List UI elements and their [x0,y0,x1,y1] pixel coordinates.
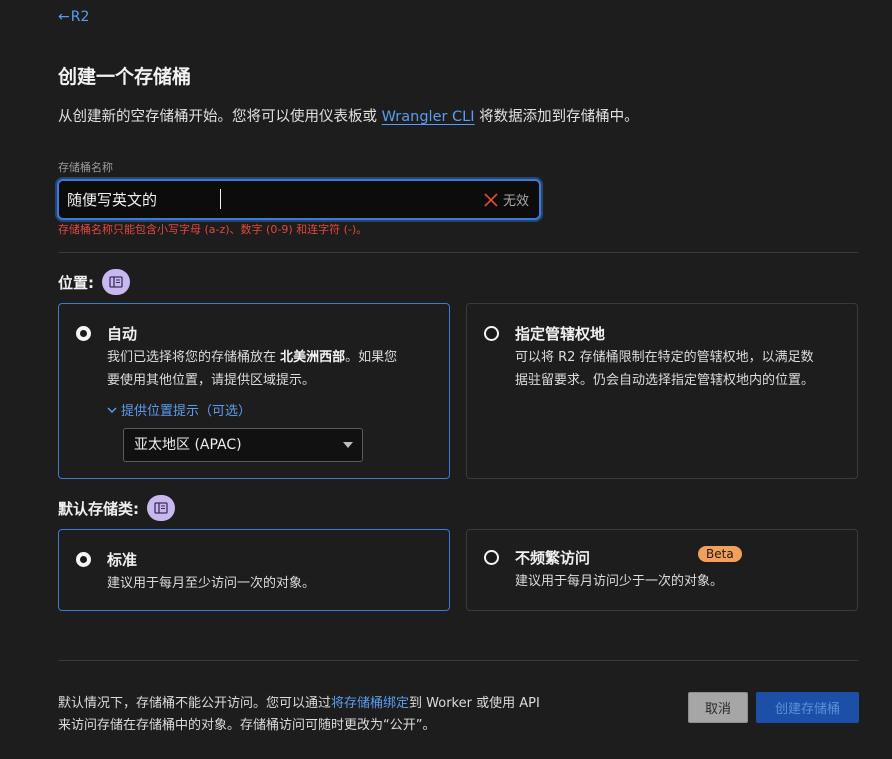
location-auto-desc-1: 我们已选择将您的存储桶放在 [107,350,281,365]
radio-infrequent[interactable] [484,550,499,565]
region-select-value: 亚太地区 (APAC) [134,437,242,453]
book-icon[interactable] [102,269,130,295]
bind-bucket-link[interactable]: 将存储桶绑定 [331,696,409,711]
subtitle-text-2: 将数据添加到存储桶中。 [474,109,639,125]
location-title: 位置: [58,273,94,292]
back-link[interactable]: ←R2 [58,9,89,25]
storage-class-standard[interactable]: 标准 建议用于每月至少访问一次的对象。 [58,529,450,611]
invalid-label: 无效 [502,194,529,209]
location-jurisdiction-desc-2: 据驻留要求。仍会自动选择指定管辖权地内的位置。 [515,373,815,388]
footer-note: 默认情况下，存储桶不能公开访问。您可以通过将存储桶绑定到 Worker 或使用 … [58,693,540,737]
create-bucket-button[interactable]: 创建存储桶 [756,692,859,723]
footer-note-3: 来访问存储在存储桶中的对象。存储桶访问可随时更改为“公开”。 [58,718,436,733]
subtitle-text-1: 从创建新的空存储桶开始。您将可以使用仪表板或 [58,109,382,125]
location-jurisdiction-desc: 可以将 R2 存储桶限制在特定的管辖权地，以满足数 据驻留要求。仍会自动选择指定… [515,346,814,392]
location-auto-desc-3: 要使用其他位置，请提供区域提示。 [107,373,316,388]
location-option-jurisdiction[interactable]: 指定管辖权地 可以将 R2 存储桶限制在特定的管辖权地，以满足数 据驻留要求。仍… [466,303,858,479]
bucket-name-field[interactable]: 无效 [57,179,541,220]
page-title: 创建一个存储桶 [58,66,192,88]
footer-note-2: 到 Worker 或使用 API [409,696,540,711]
region-select[interactable]: 亚太地区 (APAC) [123,428,363,462]
location-auto-title: 自动 [107,325,138,343]
back-link-label: R2 [70,9,90,25]
beta-badge: Beta [698,546,742,562]
bucket-name-label: 存储桶名称 [58,161,113,174]
wrangler-cli-link[interactable]: Wrangler CLI [382,109,475,125]
location-hint-toggle[interactable]: 提供位置提示（可选） [107,400,251,419]
book-icon[interactable] [147,495,175,521]
bucket-name-input[interactable] [67,181,467,218]
invalid-indicator: 无效 [483,190,529,209]
location-auto-desc-2: 。如果您 [345,350,398,365]
caret-down-icon [343,442,353,448]
bucket-name-error: 存储桶名称只能包含小写字母 (a-z)、数字 (0-9) 和连字符 (-)。 [58,223,368,236]
storage-class-infrequent[interactable]: 不频繁访问 Beta 建议用于每月访问少于一次的对象。 [466,529,858,611]
location-auto-desc: 我们已选择将您的存储桶放在 北美洲西部。如果您 要使用其他位置，请提供区域提示。 [107,346,397,392]
x-icon [484,192,498,207]
location-jurisdiction-title: 指定管辖权地 [515,325,606,343]
storage-infrequent-desc: 建议用于每月访问少于一次的对象。 [515,574,724,589]
location-jurisdiction-desc-1: 可以将 R2 存储桶限制在特定的管辖权地，以满足数 [515,350,814,365]
text-caret [220,189,221,209]
page-subtitle: 从创建新的空存储桶开始。您将可以使用仪表板或 Wrangler CLI 将数据添… [58,105,639,126]
location-auto-region: 北美洲西部 [280,350,346,365]
footer-note-1: 默认情况下，存储桶不能公开访问。您可以通过 [58,696,332,711]
location-hint-label: 提供位置提示（可选） [121,404,252,419]
radio-jurisdiction[interactable] [484,326,499,341]
chevron-down-icon [107,407,117,413]
storage-standard-title: 标准 [107,551,138,569]
radio-auto[interactable] [76,326,91,341]
storage-infrequent-title: 不频繁访问 [515,549,591,567]
radio-standard[interactable] [76,552,91,567]
divider [58,252,858,253]
location-option-auto[interactable]: 自动 我们已选择将您的存储桶放在 北美洲西部。如果您 要使用其他位置，请提供区域… [58,303,450,479]
storage-standard-desc: 建议用于每月至少访问一次的对象。 [107,576,316,591]
storage-class-title: 默认存储类: [58,499,139,518]
storage-class-section-title: 默认存储类: [58,495,175,521]
divider [58,660,858,661]
arrow-left-icon: ← [58,9,70,25]
cancel-button[interactable]: 取消 [688,692,748,723]
location-section-title: 位置: [58,269,130,295]
